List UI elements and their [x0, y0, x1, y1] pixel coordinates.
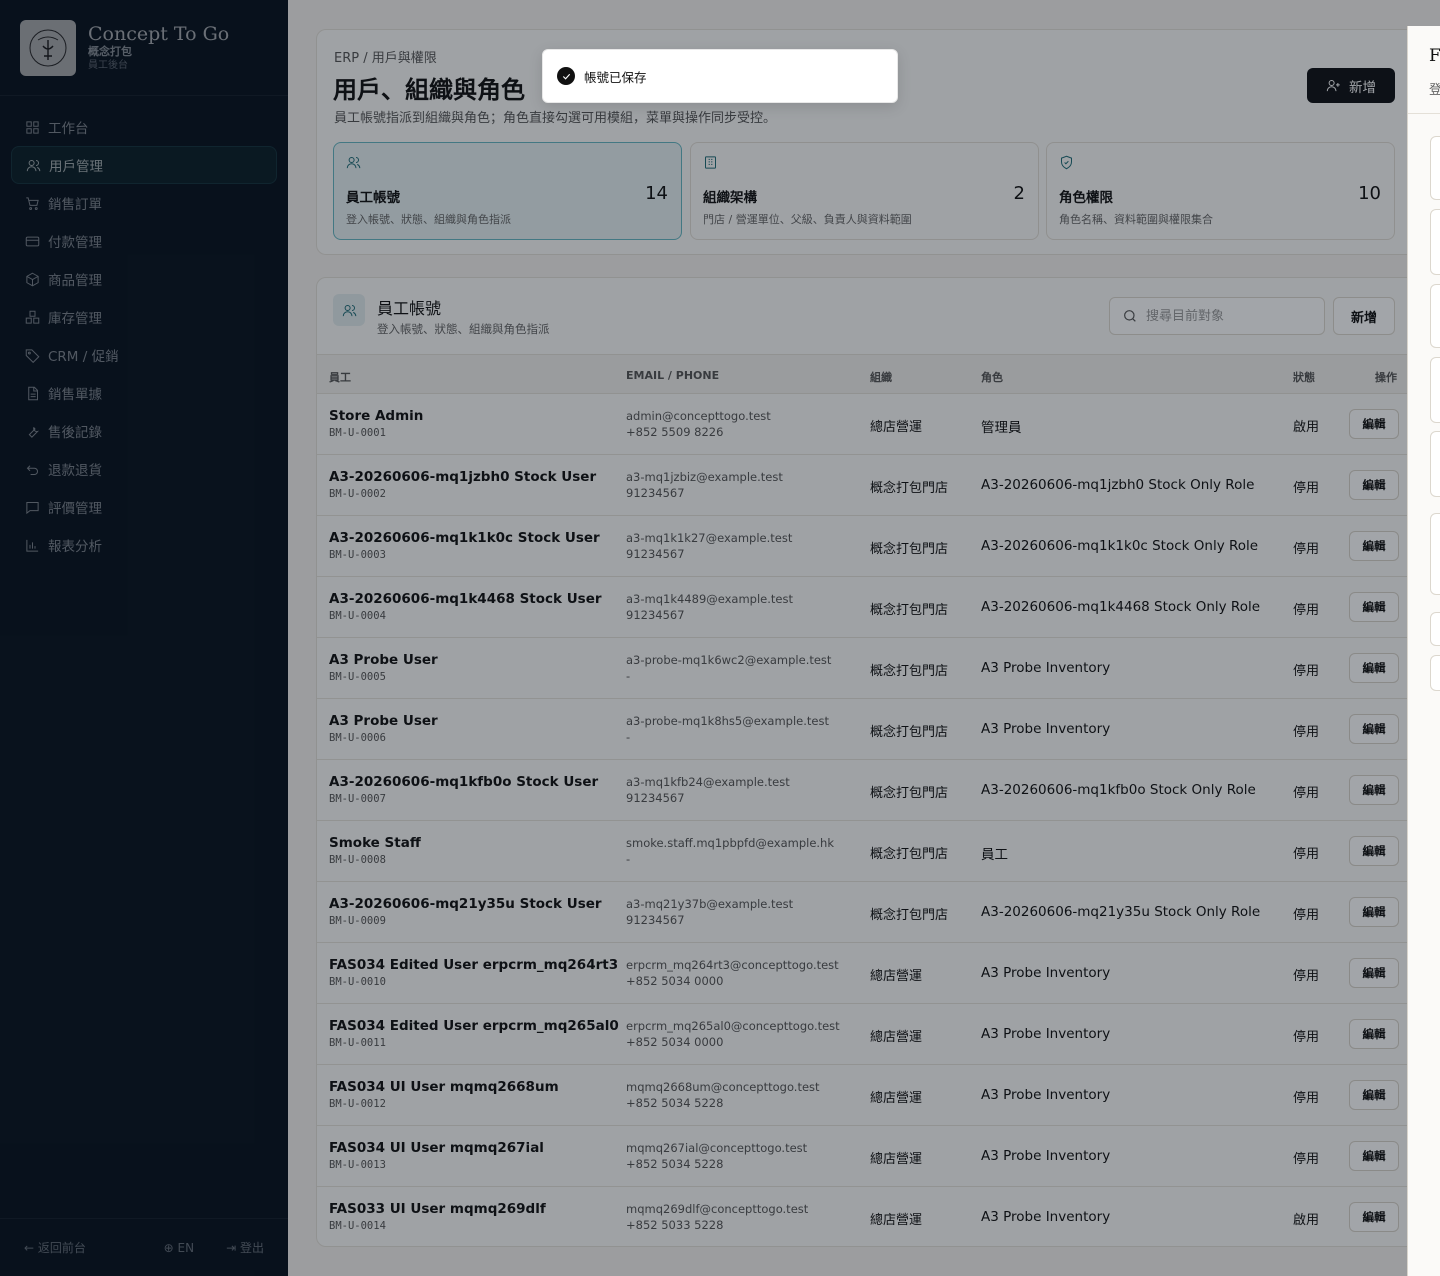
check-circle-icon	[557, 67, 575, 85]
drawer-title: F	[1429, 46, 1440, 66]
drawer-field[interactable]	[1430, 357, 1440, 423]
drawer-field[interactable]	[1430, 209, 1440, 275]
drawer-header: F 登	[1408, 26, 1440, 114]
toast-notification: 帳號已保存	[542, 49, 898, 103]
sidebar-backdrop	[0, 0, 288, 1276]
drawer-field[interactable]	[1430, 612, 1440, 646]
drawer-field[interactable]	[1430, 513, 1440, 595]
drawer-field[interactable]	[1430, 136, 1440, 200]
drawer-field[interactable]	[1430, 431, 1440, 497]
drawer-subtitle: 登	[1429, 79, 1440, 98]
drawer-field[interactable]	[1430, 655, 1440, 691]
drawer-field[interactable]	[1430, 284, 1440, 348]
edit-drawer: F 登	[1407, 26, 1440, 1276]
toast-message: 帳號已保存	[584, 69, 647, 85]
